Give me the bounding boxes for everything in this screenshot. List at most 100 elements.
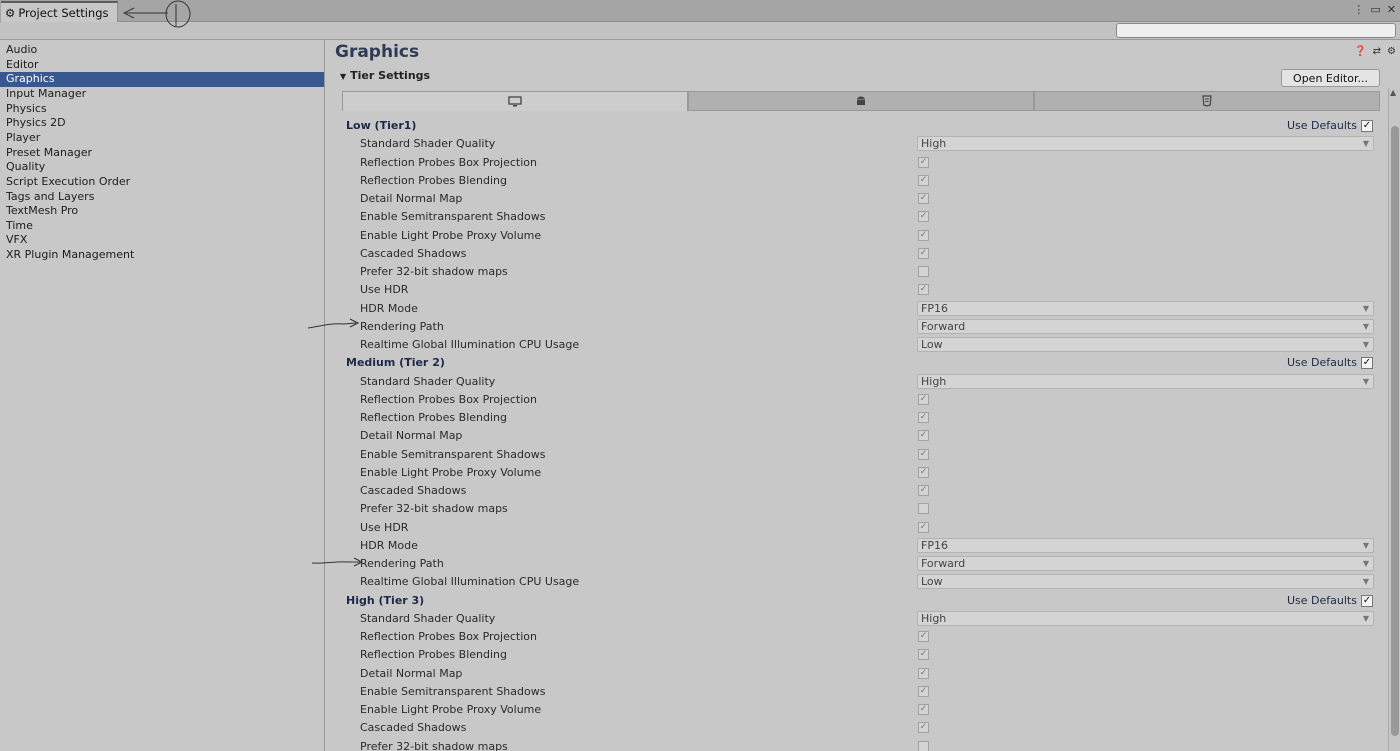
rendering-path-dropdown[interactable]: Forward ▼ bbox=[917, 318, 1374, 334]
realtime-global-illumination-cpu-usage-dropdown[interactable]: Low ▼ bbox=[917, 574, 1374, 590]
scroll-up-icon[interactable]: ▲ bbox=[1390, 88, 1396, 97]
prefer-32-bit-shadow-maps-checkbox[interactable] bbox=[918, 740, 929, 751]
reflection-probes-blending-checkbox[interactable]: ✓ bbox=[918, 649, 929, 661]
chevron-down-icon: ▼ bbox=[1362, 376, 1369, 386]
setting-label-use-hdr: Use HDR bbox=[360, 520, 409, 534]
sidebar-item-physics[interactable]: Physics bbox=[0, 102, 324, 117]
tier-label: High (Tier 3) bbox=[346, 593, 425, 607]
setting-label-cascaded-shadows: Cascaded Shadows bbox=[360, 484, 467, 497]
use-defaults-checkbox[interactable]: ✓ bbox=[1361, 594, 1373, 607]
reflection-probes-box-projection-checkbox[interactable]: ✓ bbox=[918, 156, 929, 168]
sidebar-item-preset-manager[interactable]: Preset Manager bbox=[0, 146, 324, 161]
enable-light-probe-proxy-volume-checkbox[interactable]: ✓ bbox=[918, 704, 929, 715]
search-input[interactable] bbox=[1116, 23, 1396, 38]
dropdown-value: FP16 bbox=[921, 538, 948, 552]
project-settings-tab[interactable]: ⚙ Project Settings bbox=[1, 1, 118, 22]
standard-shader-quality-dropdown[interactable]: High ▼ bbox=[917, 610, 1374, 626]
sidebar-item-editor[interactable]: Editor bbox=[0, 58, 324, 73]
platform-tabs bbox=[342, 91, 1380, 111]
settings-sidebar: Audio Editor Graphics Input Manager Physics P… bbox=[0, 40, 325, 751]
standard-shader-quality-dropdown[interactable]: High ▼ bbox=[917, 136, 1374, 152]
open-editor-button[interactable]: Open Editor... bbox=[1281, 69, 1380, 87]
setting-label-enable-light-probe-proxy-volume: Enable Light Probe Proxy Volume bbox=[360, 703, 542, 716]
close-icon[interactable]: ✕ bbox=[1387, 3, 1396, 16]
enable-light-probe-proxy-volume-checkbox[interactable]: ✓ bbox=[918, 229, 929, 241]
setting-label-hdr-mode: HDR Mode bbox=[360, 301, 418, 315]
use-defaults-checkbox[interactable]: ✓ bbox=[1361, 357, 1373, 370]
setting-label-detail-normal-map: Detail Normal Map bbox=[360, 429, 463, 443]
settings-gear-icon[interactable]: ⚙ bbox=[1387, 46, 1396, 57]
sidebar-item-player[interactable]: Player bbox=[0, 131, 324, 146]
chevron-down-icon: ▼ bbox=[1362, 613, 1369, 623]
dropdown-value: Forward bbox=[921, 319, 966, 333]
prefer-32-bit-shadow-maps-checkbox[interactable] bbox=[918, 266, 929, 277]
maximize-icon[interactable]: ▭ bbox=[1370, 3, 1380, 16]
reflection-probes-blending-checkbox[interactable]: ✓ bbox=[918, 412, 929, 423]
tab-standalone[interactable] bbox=[342, 91, 688, 111]
hdr-mode-dropdown[interactable]: FP16 ▼ bbox=[917, 537, 1374, 553]
setting-label-prefer-32-bit-shadow-maps: Prefer 32-bit shadow maps bbox=[360, 265, 508, 278]
use-hdr-checkbox[interactable]: ✓ bbox=[918, 284, 929, 296]
setting-label-reflection-probes-blending: Reflection Probes Blending bbox=[360, 411, 507, 424]
use-hdr-checkbox[interactable]: ✓ bbox=[918, 521, 929, 533]
scroll-thumb[interactable] bbox=[1391, 126, 1399, 736]
chevron-down-icon: ▼ bbox=[1362, 540, 1369, 550]
rendering-path-dropdown[interactable]: Forward ▼ bbox=[917, 556, 1374, 571]
chevron-down-icon: ▼ bbox=[1362, 340, 1369, 349]
sidebar-item-graphics[interactable]: Graphics bbox=[0, 72, 324, 87]
setting-label-prefer-32-bit-shadow-maps: Prefer 32-bit shadow maps bbox=[360, 739, 508, 751]
reflection-probes-box-projection-checkbox[interactable]: ✓ bbox=[918, 393, 929, 405]
detail-normal-map-checkbox[interactable]: ✓ bbox=[918, 667, 929, 679]
tab-android[interactable] bbox=[688, 91, 1034, 111]
tab-webgl[interactable] bbox=[1034, 91, 1380, 111]
preset-icon[interactable]: ⇄ bbox=[1373, 46, 1381, 57]
detail-normal-map-checkbox[interactable]: ✓ bbox=[918, 430, 929, 442]
foldout-triangle-icon: ▼ bbox=[340, 72, 347, 81]
section-title: Tier Settings bbox=[350, 69, 431, 82]
detail-normal-map-checkbox[interactable]: ✓ bbox=[918, 193, 929, 204]
main-scrollbar[interactable]: ▲ bbox=[1388, 88, 1400, 751]
sidebar-item-input-manager[interactable]: Input Manager bbox=[0, 87, 324, 102]
help-icon[interactable]: ❓ bbox=[1354, 46, 1366, 57]
sidebar-item-time[interactable]: Time bbox=[0, 219, 324, 234]
prefer-32-bit-shadow-maps-checkbox[interactable] bbox=[918, 503, 929, 515]
search-row: ⌕ bbox=[0, 22, 1400, 40]
tab-title: Project Settings bbox=[18, 5, 109, 20]
setting-label-detail-normal-map: Detail Normal Map bbox=[360, 192, 463, 205]
setting-label-enable-semitransparent-shadows: Enable Semitransparent Shadows bbox=[360, 447, 546, 461]
sidebar-item-script-execution-order[interactable]: Script Execution Order bbox=[0, 175, 324, 190]
enable-semitransparent-shadows-checkbox[interactable]: ✓ bbox=[918, 448, 929, 460]
setting-label-realtime-global-illumination-cpu-usage: Realtime Global Illumination CPU Usage bbox=[360, 575, 580, 589]
sidebar-item-quality[interactable]: Quality bbox=[0, 160, 324, 175]
reflection-probes-box-projection-checkbox[interactable]: ✓ bbox=[918, 631, 929, 642]
cascaded-shadows-checkbox[interactable]: ✓ bbox=[918, 485, 929, 496]
window-controls: ⋮ ▭ ✕ bbox=[1353, 3, 1396, 16]
realtime-global-illumination-cpu-usage-dropdown[interactable]: Low ▼ bbox=[917, 337, 1374, 352]
page-title: Graphics bbox=[335, 42, 420, 62]
sidebar-item-textmesh-pro[interactable]: TextMesh Pro bbox=[0, 204, 324, 219]
setting-label-rendering-path: Rendering Path bbox=[360, 319, 444, 333]
hdr-mode-dropdown[interactable]: FP16 ▼ bbox=[917, 300, 1374, 316]
enable-semitransparent-shadows-checkbox[interactable]: ✓ bbox=[918, 211, 929, 223]
standard-shader-quality-dropdown[interactable]: High ▼ bbox=[917, 373, 1374, 389]
dropdown-value: High bbox=[921, 611, 947, 625]
sidebar-item-tags-and-layers[interactable]: Tags and Layers bbox=[0, 190, 324, 205]
sidebar-item-xr-plugin-management[interactable]: XR Plugin Management bbox=[0, 248, 324, 263]
enable-semitransparent-shadows-checkbox[interactable]: ✓ bbox=[918, 685, 929, 697]
dropdown-value: Low bbox=[921, 338, 943, 351]
use-defaults-label: Use Defaults bbox=[1287, 119, 1357, 132]
sidebar-item-audio[interactable]: Audio bbox=[0, 43, 324, 58]
more-options-icon[interactable]: ⋮ bbox=[1353, 3, 1364, 16]
sidebar-item-vfx[interactable]: VFX bbox=[0, 233, 324, 248]
dropdown-value: Low bbox=[921, 575, 943, 589]
enable-light-probe-proxy-volume-checkbox[interactable]: ✓ bbox=[918, 466, 929, 478]
setting-label-reflection-probes-box-projection: Reflection Probes Box Projection bbox=[360, 392, 537, 406]
reflection-probes-blending-checkbox[interactable]: ✓ bbox=[918, 174, 929, 186]
setting-label-detail-normal-map: Detail Normal Map bbox=[360, 666, 463, 680]
cascaded-shadows-checkbox[interactable]: ✓ bbox=[918, 247, 929, 259]
sidebar-item-physics-2d[interactable]: Physics 2D bbox=[0, 116, 324, 131]
cascaded-shadows-checkbox[interactable]: ✓ bbox=[918, 722, 929, 734]
use-defaults-checkbox[interactable]: ✓ bbox=[1361, 120, 1373, 132]
setting-label-rendering-path: Rendering Path bbox=[360, 557, 444, 570]
tier-settings-header[interactable]: ▼ Tier Settings bbox=[340, 69, 430, 82]
